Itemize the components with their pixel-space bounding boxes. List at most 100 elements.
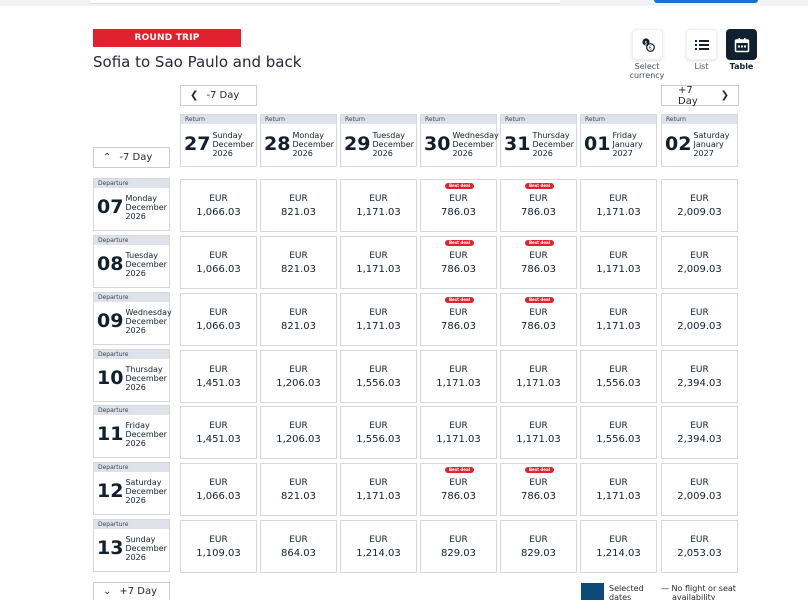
fare-cell[interactable]: EUR 829.03	[500, 520, 577, 573]
fare-currency: EUR	[449, 251, 468, 261]
fare-cell[interactable]: Best deal EUR 786.03	[420, 236, 497, 289]
departure-tag: Departure	[94, 236, 169, 245]
list-view-button[interactable]	[686, 29, 717, 60]
legend-selected: Selected dates	[609, 584, 644, 600]
table-view-button[interactable]	[726, 29, 757, 60]
table-view-label: Table	[729, 62, 754, 71]
chevron-right-icon: ❯	[720, 90, 729, 101]
fare-currency: EUR	[609, 308, 628, 318]
fare-amount: 2,009.03	[677, 207, 722, 218]
fare-cell[interactable]: EUR 1,066.03	[180, 293, 257, 346]
fare-cell[interactable]: EUR 2,053.03	[661, 520, 738, 573]
fare-cell[interactable]: Best deal EUR 786.03	[500, 179, 577, 232]
departure-date-header[interactable]: Departure 13 Sunday December 2026	[93, 519, 170, 572]
departure-date-header[interactable]: Departure 08 Tuesday December 2026	[93, 235, 170, 288]
fare-amount: 1,214.03	[596, 548, 641, 559]
fare-cell[interactable]: EUR 829.03	[420, 520, 497, 573]
fare-cell[interactable]: EUR 821.03	[260, 236, 337, 289]
fare-cell[interactable]: EUR 1,556.03	[340, 350, 417, 403]
fare-cell[interactable]: EUR 1,171.03	[340, 179, 417, 232]
fare-cell[interactable]: EUR 1,109.03	[180, 520, 257, 573]
date-day-number: 10	[97, 367, 124, 389]
fare-currency: EUR	[289, 421, 308, 431]
fare-cell[interactable]: EUR 1,171.03	[580, 293, 657, 346]
select-currency-button[interactable]: $ €	[632, 29, 663, 60]
fare-cell[interactable]: EUR 2,009.03	[661, 179, 738, 232]
fare-amount: 786.03	[521, 491, 556, 502]
fare-cell[interactable]: EUR 1,556.03	[340, 406, 417, 459]
fare-cell[interactable]: EUR 1,066.03	[180, 179, 257, 232]
fare-cell[interactable]: EUR 1,171.03	[580, 236, 657, 289]
fare-cell[interactable]: EUR 1,556.03	[580, 406, 657, 459]
fare-cell[interactable]: Best deal EUR 786.03	[500, 293, 577, 346]
fare-cell[interactable]: EUR 1,214.03	[580, 520, 657, 573]
fare-currency: EUR	[449, 478, 468, 488]
date-day-number: 07	[97, 196, 124, 218]
fare-cell[interactable]: EUR 1,214.03	[340, 520, 417, 573]
return-date-header[interactable]: Return 27 Sunday December 2026	[180, 114, 257, 167]
fare-cell[interactable]: Best deal EUR 786.03	[420, 463, 497, 516]
prev-return-week-button[interactable]: ❮ -7 Day	[180, 85, 257, 106]
fare-currency: EUR	[529, 535, 548, 545]
return-date-header[interactable]: Return 31 Thursday December 2026	[500, 114, 577, 167]
fare-cell[interactable]: EUR 2,394.03	[661, 406, 738, 459]
fare-currency: EUR	[209, 365, 228, 375]
fare-cell[interactable]: EUR 1,171.03	[420, 350, 497, 403]
fare-cell[interactable]: EUR 2,394.03	[661, 350, 738, 403]
fare-cell[interactable]: EUR 2,009.03	[661, 293, 738, 346]
fare-cell[interactable]: EUR 1,206.03	[260, 406, 337, 459]
fare-cell[interactable]: EUR 1,171.03	[580, 179, 657, 232]
fare-cell[interactable]: Best deal EUR 786.03	[420, 293, 497, 346]
fare-cell[interactable]: EUR 1,206.03	[260, 350, 337, 403]
fare-cell[interactable]: EUR 1,171.03	[500, 350, 577, 403]
fare-currency: EUR	[209, 535, 228, 545]
return-date-header[interactable]: Return 30 Wednesday December 2026	[420, 114, 499, 167]
fare-cell[interactable]: EUR 1,171.03	[340, 293, 417, 346]
fare-amount: 1,171.03	[356, 321, 401, 332]
fare-currency: EUR	[690, 251, 709, 261]
next-departure-week-button[interactable]: ⌄ +7 Day	[93, 582, 170, 600]
fare-cell[interactable]: EUR 1,066.03	[180, 236, 257, 289]
fare-cell[interactable]: EUR 1,451.03	[180, 350, 257, 403]
prev-departure-week-button[interactable]: ⌃ -7 Day	[93, 147, 170, 168]
fare-cell[interactable]: EUR 1,171.03	[500, 406, 577, 459]
departure-date-header[interactable]: Departure 09 Wednesday December 2026	[93, 292, 172, 345]
fare-cell[interactable]: EUR 864.03	[260, 520, 337, 573]
return-date-header[interactable]: Return 28 Monday December 2026	[260, 114, 337, 167]
fare-cell[interactable]: EUR 821.03	[260, 179, 337, 232]
departure-date-header[interactable]: Departure 11 Friday December 2026	[93, 405, 170, 458]
fare-amount: 1,066.03	[196, 321, 241, 332]
departure-date-header[interactable]: Departure 12 Saturday December 2026	[93, 462, 170, 515]
search-button[interactable]	[654, 0, 758, 3]
fare-currency: EUR	[289, 251, 308, 261]
fare-cell[interactable]: EUR 1,171.03	[340, 463, 417, 516]
fare-cell[interactable]: EUR 1,556.03	[580, 350, 657, 403]
return-date-header[interactable]: Return 02 Saturday January 2027	[661, 114, 738, 167]
return-tag: Return	[181, 115, 256, 124]
fare-cell[interactable]: EUR 821.03	[260, 293, 337, 346]
fare-cell[interactable]: EUR 1,171.03	[420, 406, 497, 459]
return-date-header[interactable]: Return 29 Tuesday December 2026	[340, 114, 417, 167]
fare-amount: 2,394.03	[677, 434, 722, 445]
date-day-number: 01	[584, 133, 611, 155]
fare-amount: 1,206.03	[276, 434, 321, 445]
fare-cell[interactable]: EUR 2,009.03	[661, 236, 738, 289]
fare-cell[interactable]: Best deal EUR 786.03	[500, 463, 577, 516]
fare-cell[interactable]: Best deal EUR 786.03	[500, 236, 577, 289]
fare-cell[interactable]: EUR 1,171.03	[580, 463, 657, 516]
fare-cell[interactable]: EUR 1,451.03	[180, 406, 257, 459]
departure-date-header[interactable]: Departure 07 Monday December 2026	[93, 178, 170, 231]
date-details: Wednesday December 2026	[125, 308, 172, 335]
date-details: Sunday December 2026	[212, 131, 254, 158]
departure-date-header[interactable]: Departure 10 Thursday December 2026	[93, 349, 170, 402]
fare-cell[interactable]: Best deal EUR 786.03	[420, 179, 497, 232]
fare-cell[interactable]: EUR 2,009.03	[661, 463, 738, 516]
return-date-header[interactable]: Return 01 Friday January 2027	[580, 114, 657, 167]
chevron-down-icon: ⌄	[103, 586, 112, 597]
next-return-week-button[interactable]: +7 Day ❯	[661, 85, 739, 107]
search-input[interactable]	[90, 0, 560, 4]
fare-amount: 786.03	[441, 207, 476, 218]
fare-cell[interactable]: EUR 1,171.03	[340, 236, 417, 289]
fare-cell[interactable]: EUR 1,066.03	[180, 463, 257, 516]
fare-cell[interactable]: EUR 821.03	[260, 463, 337, 516]
